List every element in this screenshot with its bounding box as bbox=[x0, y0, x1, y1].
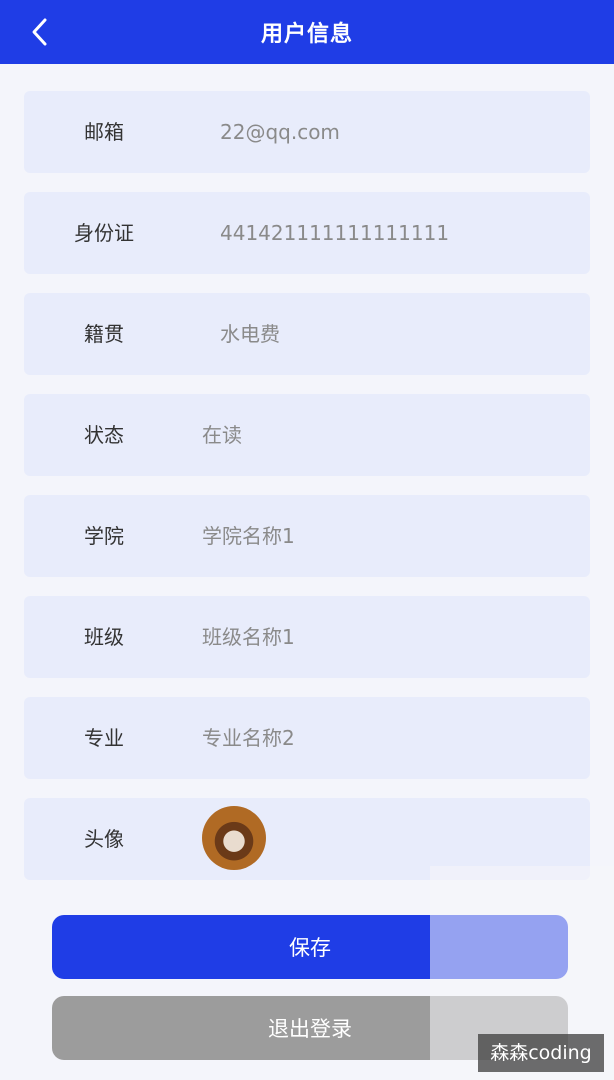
avatar[interactable] bbox=[202, 806, 266, 870]
status-select[interactable]: 在读 bbox=[202, 394, 562, 476]
header-bar: 用户信息 bbox=[0, 0, 614, 64]
college-select[interactable]: 学院名称1 bbox=[202, 495, 562, 577]
hometown-field[interactable] bbox=[220, 293, 580, 375]
status-label: 状态 bbox=[84, 423, 124, 447]
id-card-field[interactable] bbox=[220, 192, 580, 274]
page-title: 用户信息 bbox=[260, 22, 353, 47]
back-button[interactable] bbox=[20, 12, 60, 52]
avatar-row: 头像 bbox=[24, 798, 590, 880]
hometown-label: 籍贯 bbox=[84, 322, 124, 346]
class-select[interactable]: 班级名称1 bbox=[202, 596, 562, 678]
email-row: 邮箱 bbox=[24, 91, 590, 173]
major-label: 专业 bbox=[84, 726, 124, 750]
major-row: 专业 专业名称2 bbox=[24, 697, 590, 779]
major-select[interactable]: 专业名称2 bbox=[202, 697, 562, 779]
class-label: 班级 bbox=[84, 625, 124, 649]
college-row: 学院 学院名称1 bbox=[24, 495, 590, 577]
id-card-row: 身份证 bbox=[24, 192, 590, 274]
class-row: 班级 班级名称1 bbox=[24, 596, 590, 678]
chevron-left-icon bbox=[32, 18, 47, 46]
save-button[interactable]: 保存 bbox=[52, 915, 568, 979]
id-card-label: 身份证 bbox=[74, 221, 134, 245]
avatar-label: 头像 bbox=[84, 827, 124, 851]
email-field[interactable] bbox=[220, 91, 580, 173]
watermark: 森森coding bbox=[478, 1034, 604, 1072]
status-row: 状态 在读 bbox=[24, 394, 590, 476]
email-label: 邮箱 bbox=[84, 120, 124, 144]
hometown-row: 籍贯 bbox=[24, 293, 590, 375]
college-label: 学院 bbox=[84, 524, 124, 548]
